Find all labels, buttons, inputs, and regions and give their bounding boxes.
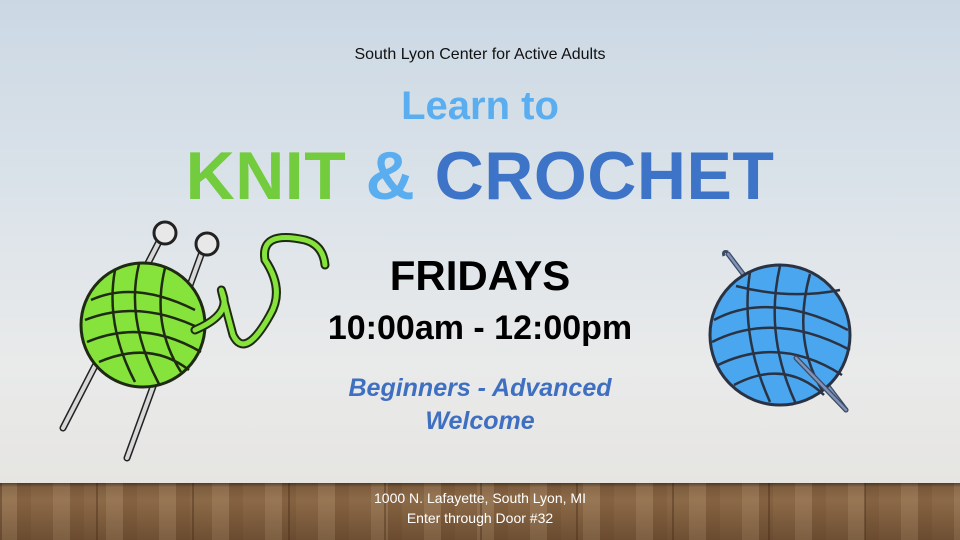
yarn-ball-with-knitting-needles-icon bbox=[59, 220, 330, 462]
skill-level-line-2: Welcome bbox=[425, 407, 535, 435]
organization-name: South Lyon Center for Active Adults bbox=[354, 46, 606, 63]
headline-ampersand: & bbox=[365, 138, 416, 214]
headline-knit: KNIT bbox=[185, 138, 347, 214]
skill-level-line-1: Beginners - Advanced bbox=[348, 374, 612, 402]
address-door: Enter through Door #32 bbox=[406, 510, 554, 526]
learn-to-heading: Learn to bbox=[401, 84, 559, 128]
address-block: 1000 N. Lafayette, South Lyon, MI Enter … bbox=[0, 488, 960, 528]
headline-crochet: CROCHET bbox=[434, 138, 775, 214]
yarn-ball-with-crochet-hook-icon bbox=[708, 250, 852, 413]
main-headline: KNIT & CROCHET bbox=[0, 137, 960, 215]
address-street: 1000 N. Lafayette, South Lyon, MI bbox=[374, 490, 586, 506]
